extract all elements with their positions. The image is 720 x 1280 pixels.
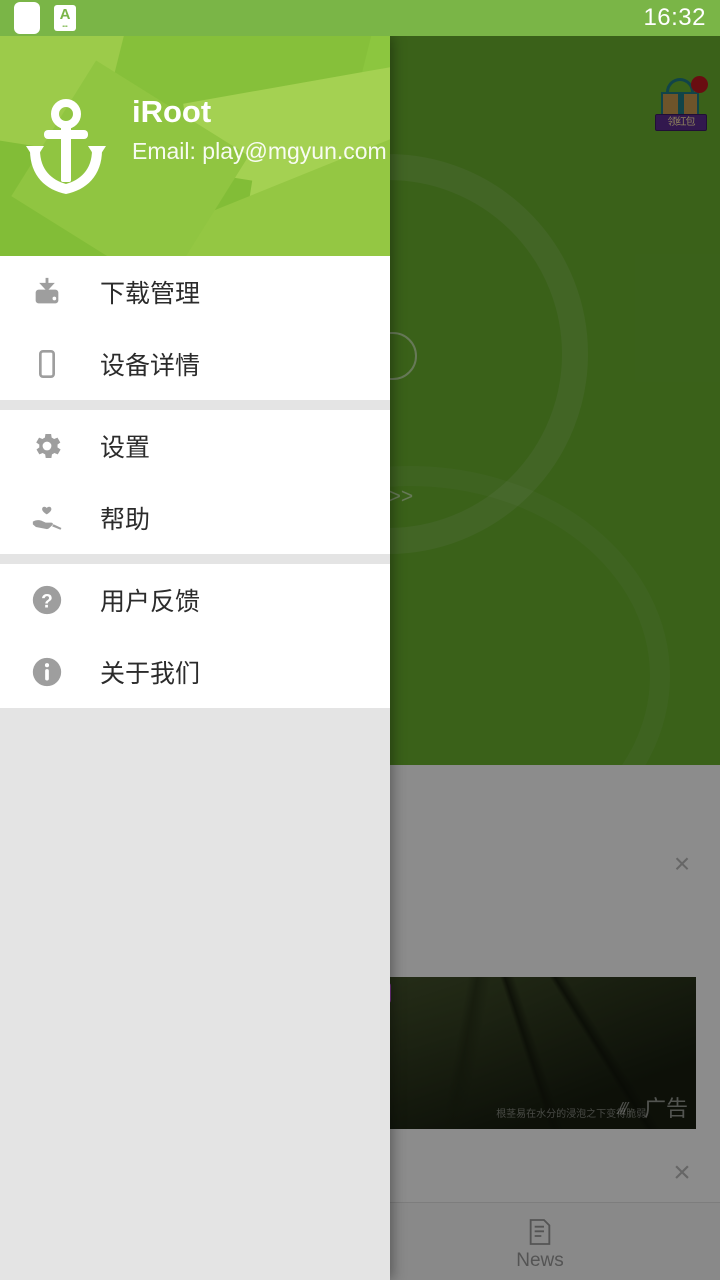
sidebar-item-help[interactable]: 帮助: [0, 482, 390, 554]
drawer-group-divider: [0, 400, 390, 410]
drawer-group-divider: [0, 554, 390, 564]
input-method-icon: A •••: [54, 5, 76, 31]
blank-notification-icon: [14, 2, 40, 34]
status-bar: A ••• 16:32: [0, 0, 720, 36]
sidebar-item-label: 设备详情: [100, 352, 201, 380]
ime-dots: •••: [62, 24, 68, 30]
drawer-app-name: iRoot: [132, 94, 212, 129]
drawer-email: Email: play@mgyun.com: [132, 138, 387, 164]
download-inbox-icon: [22, 275, 72, 309]
sidebar-item-label: 关于我们: [100, 660, 201, 688]
drawer-profile-header: iRoot Email: play@mgyun.com: [0, 36, 390, 256]
phone-icon: [22, 348, 72, 380]
phone-screen: 3010 mission ccess 的, 点击进入>> 领红包 嫁给了村里的傻…: [0, 0, 720, 1280]
gear-icon: [22, 429, 72, 463]
sidebar-item-device-details[interactable]: 设备详情: [0, 328, 390, 400]
sidebar-item-label: 下载管理: [100, 280, 201, 308]
hand-heart-icon: [22, 501, 72, 535]
sidebar-item-label: 用户反馈: [100, 588, 201, 616]
sidebar-item-download-manager[interactable]: 下载管理: [0, 256, 390, 328]
sidebar-item-about-us[interactable]: 关于我们: [0, 636, 390, 708]
info-circle-icon: [22, 655, 72, 689]
ime-letter: A: [59, 6, 71, 23]
navigation-drawer: iRoot Email: play@mgyun.com 下载管理 设备详情 设置…: [0, 36, 390, 1280]
drawer-menu-group-2: 设置 帮助: [0, 410, 390, 554]
drawer-menu-group-1: 下载管理 设备详情: [0, 256, 390, 400]
anchor-icon: [24, 98, 108, 198]
sidebar-item-label: 帮助: [100, 506, 151, 534]
status-bar-clock: 16:32: [643, 4, 706, 31]
question-circle-icon: ?: [22, 583, 72, 617]
sidebar-item-settings[interactable]: 设置: [0, 410, 390, 482]
sidebar-item-user-feedback[interactable]: ? 用户反馈: [0, 564, 390, 636]
drawer-menu-group-3: ? 用户反馈 关于我们: [0, 564, 390, 708]
svg-text:?: ?: [41, 591, 53, 612]
sidebar-item-label: 设置: [100, 434, 151, 462]
